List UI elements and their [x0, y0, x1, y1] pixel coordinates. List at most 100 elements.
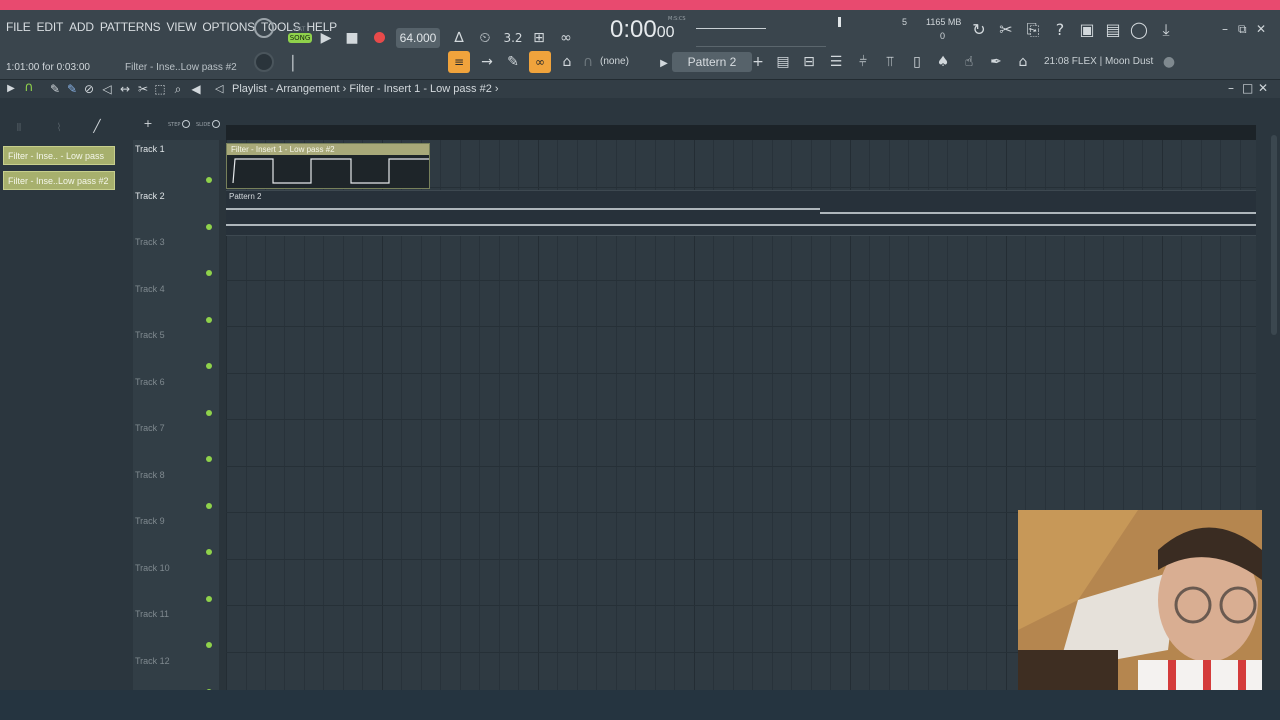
playlist-minimize-icon[interactable]: – — [1228, 81, 1234, 95]
track-label[interactable]: Track 11 — [135, 609, 169, 619]
snap-select[interactable]: (none) — [600, 56, 629, 67]
breadcrumb[interactable]: Playlist - Arrangement › Filter - Insert… — [232, 83, 499, 95]
channel-rack-icon[interactable]: ⊟ — [800, 54, 818, 70]
track-label[interactable]: Track 7 — [135, 423, 165, 433]
tempo-display[interactable]: 64.000 — [396, 28, 440, 48]
track-enable-led[interactable] — [206, 549, 212, 555]
brush-icon[interactable]: ✒ — [987, 54, 1005, 70]
track-label[interactable]: Track 5 — [135, 330, 165, 340]
timeline-ruler[interactable] — [226, 125, 1256, 140]
pat-song-toggle[interactable]: PAT SONG — [288, 26, 312, 43]
piano-roll-icon[interactable]: ≡ — [448, 51, 470, 73]
chat-icon[interactable]: ◯ — [1130, 22, 1148, 38]
slip-tool-icon[interactable]: ↔ — [118, 81, 132, 97]
restore-window-icon[interactable]: ⧉ — [1238, 22, 1247, 37]
record-icon[interactable] — [374, 32, 385, 43]
playlist-menu-arrow-icon[interactable]: ▶ — [6, 81, 16, 97]
help-icon[interactable]: ? — [1051, 22, 1069, 38]
delete-tool-icon[interactable]: ⊘ — [82, 81, 96, 97]
track-label[interactable]: Track 4 — [135, 284, 165, 294]
wait-input-icon[interactable]: ⏲ — [476, 30, 494, 46]
magnet-icon[interactable]: ∩ — [582, 54, 594, 70]
microphone-icon[interactable]: ⎘ — [1024, 22, 1042, 38]
playlist-icon[interactable]: ▤ — [774, 54, 792, 70]
add-track-icon[interactable]: + — [142, 116, 154, 132]
track-enable-led[interactable] — [206, 502, 212, 509]
playlist-close-icon[interactable]: ✕ — [1258, 81, 1268, 95]
cart-icon[interactable]: ⌂ — [1014, 54, 1032, 70]
track-enable-led[interactable] — [206, 316, 212, 323]
pattern-selector[interactable]: Pattern 2 — [672, 52, 752, 72]
refresh-icon[interactable]: ↻ — [970, 22, 988, 38]
menu-add[interactable]: ADD — [69, 20, 94, 34]
track-label[interactable]: Track 9 — [135, 516, 165, 526]
menu-edit[interactable]: EDIT — [37, 20, 64, 34]
stop-icon[interactable]: ■ — [344, 30, 360, 46]
loop-record-icon[interactable]: ∞ — [557, 30, 575, 46]
playlist-maximize-icon[interactable]: □ — [1242, 81, 1253, 95]
track-label[interactable]: Track 2 — [135, 191, 165, 201]
browser-icon[interactable]: ⫪ — [881, 54, 899, 70]
zoom-tool-icon[interactable]: ⌕ — [171, 81, 185, 97]
track-enable-led[interactable] — [206, 177, 212, 183]
paint-tool-icon[interactable]: ✎ — [65, 81, 79, 97]
file-icon[interactable]: ▯ — [908, 54, 926, 70]
track-enable-led[interactable] — [206, 595, 212, 602]
clip-source-item[interactable]: Filter - Inse.. - Low pass — [3, 146, 115, 165]
slide-toggle[interactable] — [212, 120, 220, 128]
track-enable-led[interactable] — [206, 456, 212, 462]
step-size-display[interactable]: 3.2 — [502, 30, 524, 46]
plugin-icon[interactable]: ♠ — [934, 54, 952, 70]
track-label[interactable]: Track 12 — [135, 656, 170, 666]
track-label[interactable]: Track 3 — [135, 237, 165, 247]
pitch-slider-icon[interactable]: │ — [288, 56, 298, 72]
master-volume-knob[interactable] — [254, 18, 274, 38]
magnet-snap-icon[interactable]: ∩ — [22, 80, 36, 96]
track-label[interactable]: Track 8 — [135, 470, 165, 480]
blend-notes-icon[interactable]: ⊞ — [530, 30, 548, 46]
arrow-right-icon[interactable]: → — [478, 54, 496, 70]
add-pattern-icon[interactable]: + — [752, 54, 764, 70]
track-enable-led[interactable] — [206, 642, 212, 648]
scissors-icon[interactable]: ✂ — [997, 22, 1015, 38]
export-icon[interactable]: ▤ — [1104, 22, 1122, 38]
track-enable-led[interactable] — [206, 223, 212, 230]
metronome-icon[interactable]: ∆ — [450, 30, 468, 46]
clip-source-item[interactable]: Filter - Inse..Low pass #2 — [3, 171, 115, 190]
scrollbar-thumb[interactable] — [1271, 135, 1277, 335]
news-flex-label[interactable]: 21:08 FLEX | Moon Dust — [1044, 56, 1153, 67]
track-label[interactable]: Track 1 — [135, 144, 165, 154]
minimize-window-icon[interactable]: – — [1222, 22, 1228, 36]
equalizer-icon[interactable]: ⫩ — [854, 54, 872, 70]
download-icon[interactable]: ⤓ — [1157, 22, 1175, 38]
close-window-icon[interactable]: ✕ — [1256, 22, 1266, 36]
stamp-icon[interactable]: ⌂ — [558, 54, 576, 70]
slice-tool-icon[interactable]: ✂ — [136, 81, 150, 97]
track-enable-led[interactable] — [206, 363, 212, 369]
automation-icon[interactable]: ╱ — [90, 118, 104, 134]
track-enable-led[interactable] — [206, 409, 212, 416]
menu-view[interactable]: VIEW — [166, 20, 196, 34]
piano-icon[interactable]: Ⅱ — [12, 120, 26, 136]
link-icon[interactable]: ∞ — [529, 51, 551, 73]
save-icon[interactable]: ▣ — [1078, 22, 1096, 38]
menu-patterns[interactable]: PATTERNS — [100, 20, 161, 34]
menu-file[interactable]: FILE — [6, 20, 31, 34]
pattern-clip[interactable]: Pattern 2 — [226, 190, 1256, 236]
select-tool-icon[interactable]: ⬚ — [153, 81, 167, 97]
pattern-prev-icon[interactable]: ▶ — [658, 56, 670, 72]
touch-icon[interactable]: ☝ — [960, 54, 978, 70]
play-icon[interactable]: ▶ — [318, 30, 334, 46]
mixer-icon[interactable]: ☰ — [827, 54, 845, 70]
master-pitch-knob[interactable] — [254, 52, 274, 72]
track-enable-led[interactable] — [206, 270, 212, 276]
globe-icon[interactable]: ● — [1160, 54, 1178, 70]
menu-options[interactable]: OPTIONS — [202, 20, 255, 34]
pencil-icon[interactable]: ✎ — [504, 54, 522, 70]
step-toggle[interactable] — [182, 120, 190, 128]
track-label[interactable]: Track 6 — [135, 377, 165, 387]
waveform-icon[interactable]: ⌇ — [52, 120, 66, 136]
track-label[interactable]: Track 10 — [135, 563, 170, 573]
playback-tool-icon[interactable]: ◀ — [189, 81, 203, 97]
automation-clip[interactable]: Filter - Insert 1 - Low pass #2 — [226, 143, 430, 189]
